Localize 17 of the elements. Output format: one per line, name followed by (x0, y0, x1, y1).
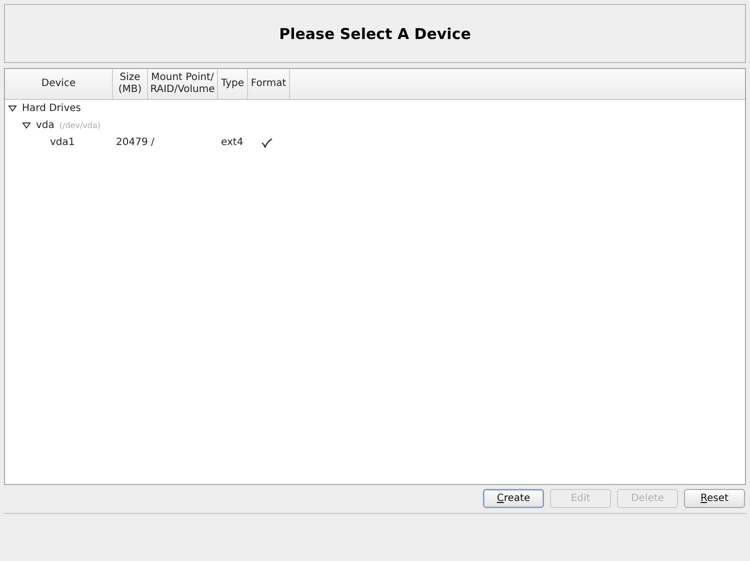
device-name[interactable]: vda (36, 120, 54, 131)
column-header[interactable]: Device (5, 69, 113, 99)
column-header[interactable]: Type (218, 69, 248, 99)
column-header[interactable]: Mount Point/ RAID/Volume (148, 69, 218, 99)
action-button[interactable]: Create (483, 489, 544, 508)
device-name[interactable]: vda1 (50, 137, 75, 148)
column-header[interactable]: Format (248, 69, 290, 99)
page-title: Please Select A Device (279, 24, 471, 42)
device-name[interactable]: Hard Drives (22, 103, 81, 114)
size-value: 20479 (116, 137, 148, 148)
action-button[interactable]: Reset (684, 489, 745, 508)
expanded-triangle-icon[interactable] (22, 121, 31, 130)
mount-point: / (151, 137, 154, 148)
device-path: (/dev/vda) (59, 121, 100, 130)
expanded-triangle-icon[interactable] (8, 104, 17, 113)
column-header[interactable]: Size (MB) (113, 69, 148, 99)
fs-type: ext4 (221, 137, 244, 148)
